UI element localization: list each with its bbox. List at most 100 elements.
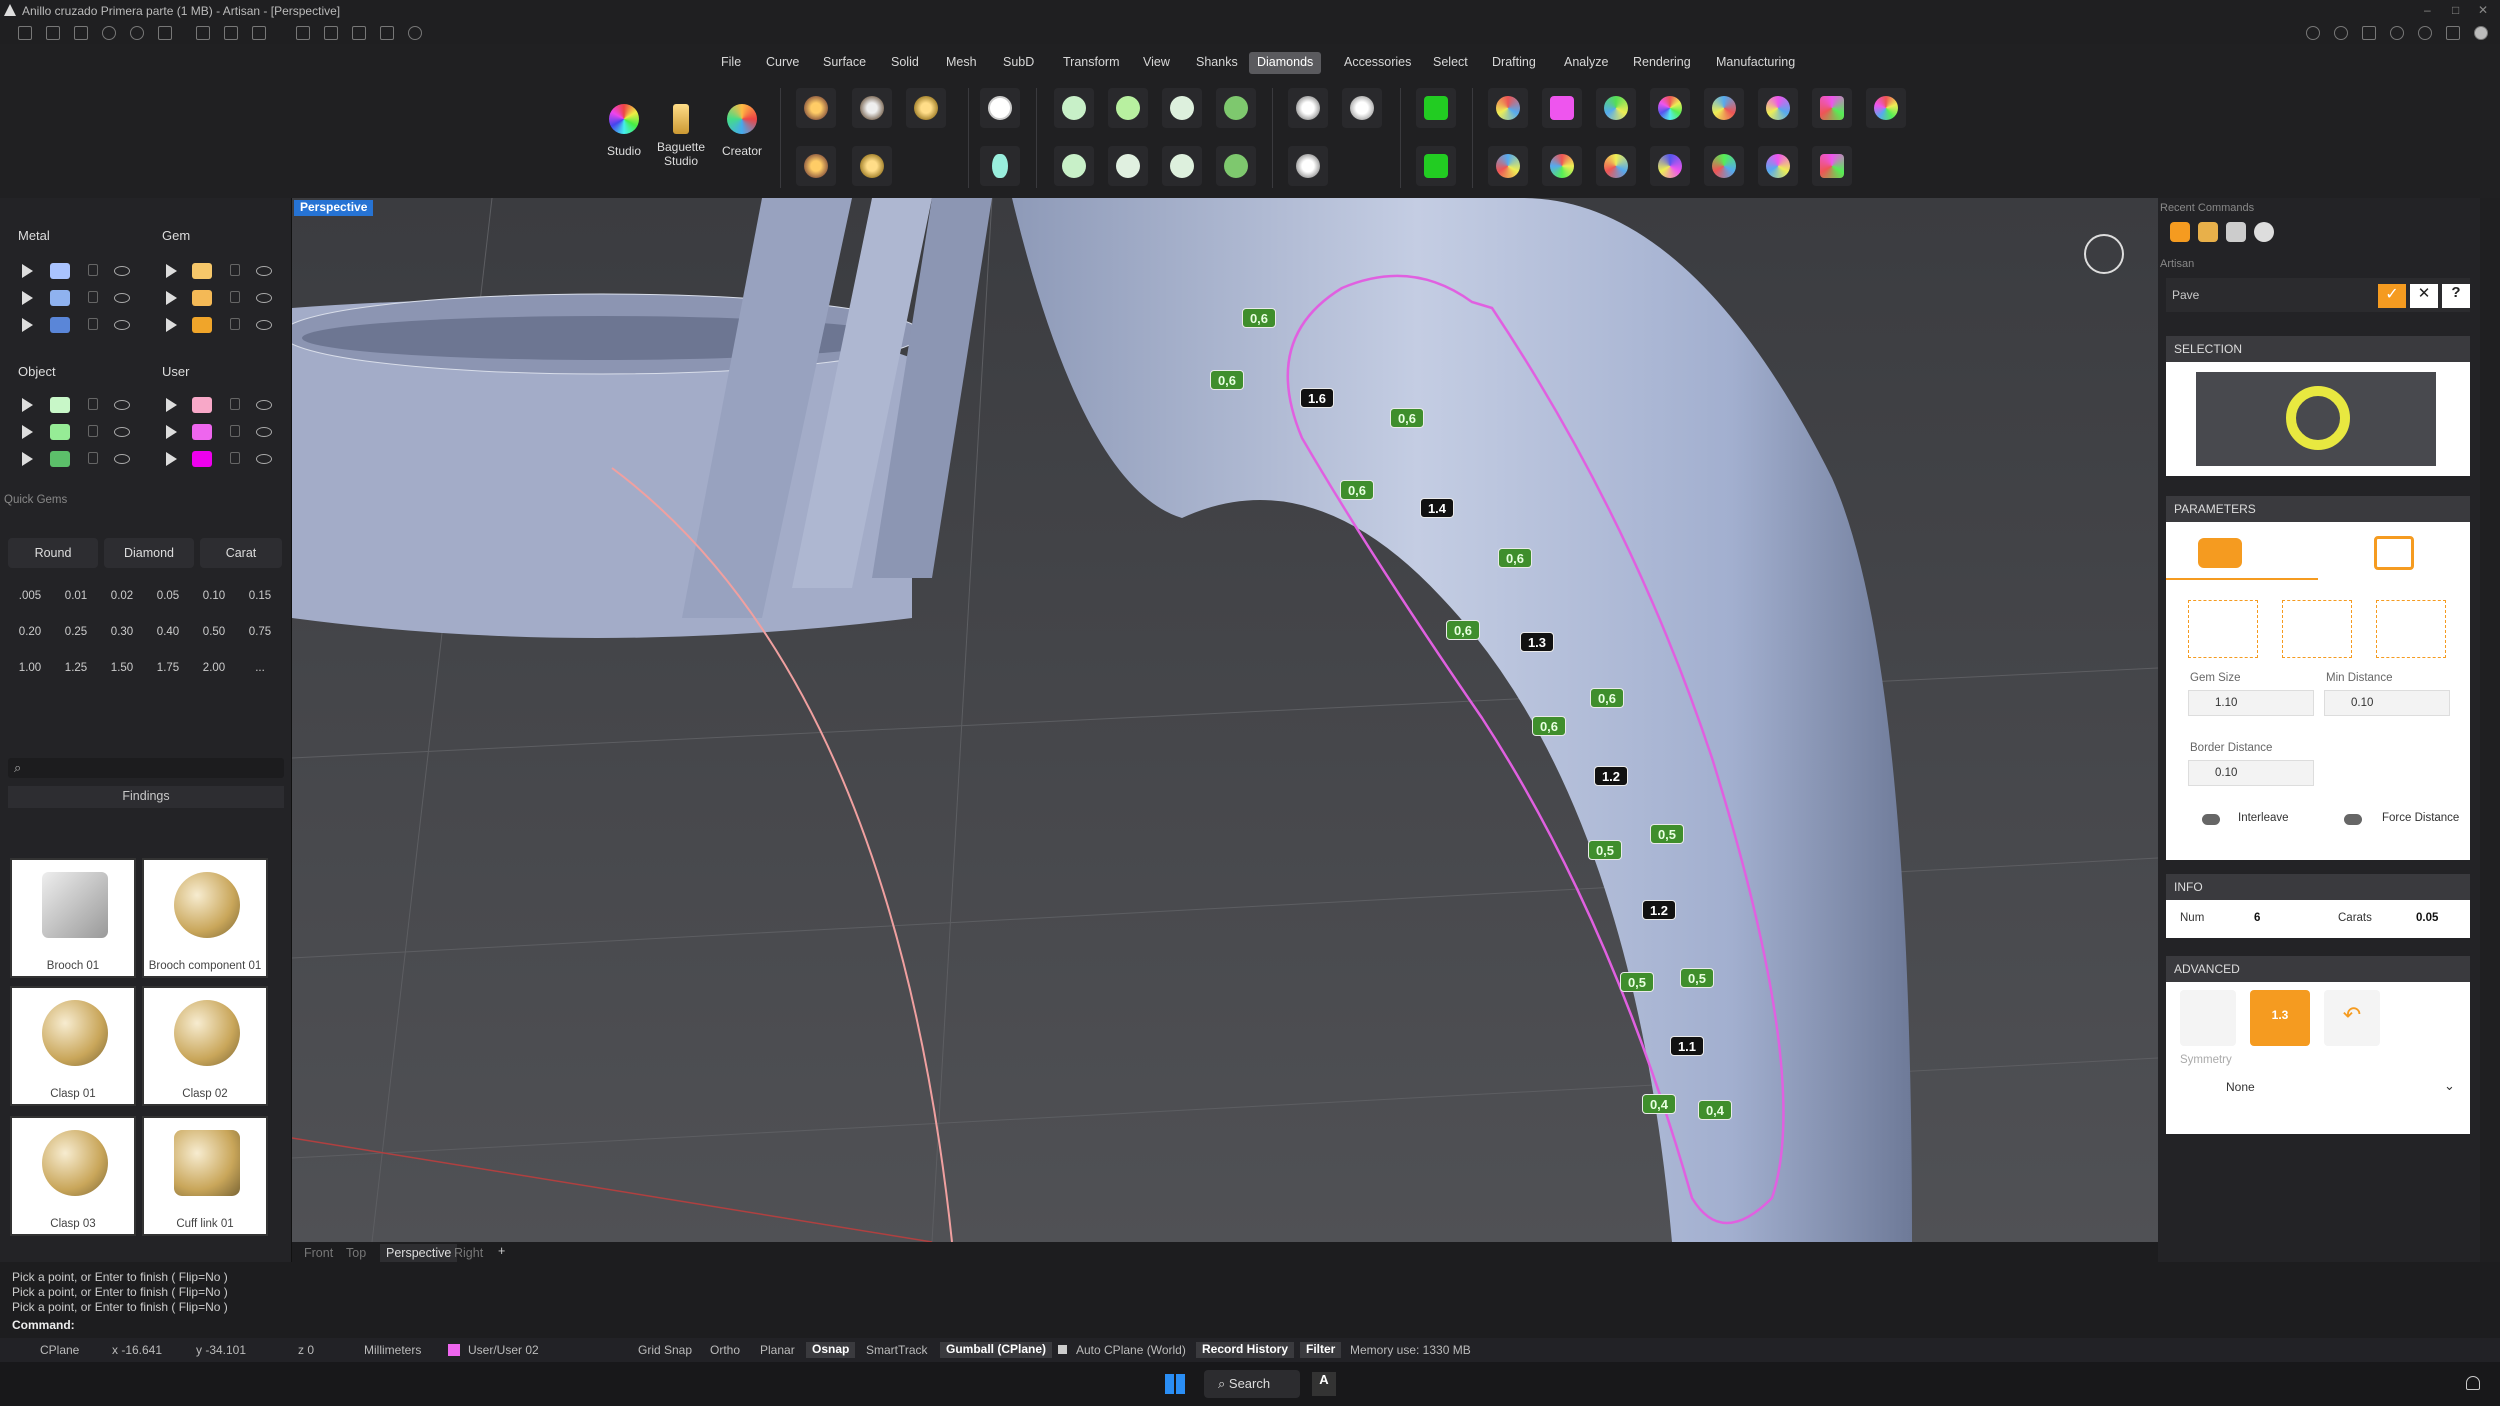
new-template-icon[interactable] <box>46 26 60 40</box>
confirm-button[interactable]: ✓ <box>2378 284 2406 308</box>
analyze-gem-tool-11[interactable] <box>1596 146 1636 186</box>
gem-size-option[interactable]: 0.05 <box>148 582 188 610</box>
gem-size-input[interactable]: 1.10 <box>2188 690 2314 716</box>
analyze-gem-tool-1[interactable] <box>1488 88 1528 128</box>
cutter-tool[interactable] <box>1162 88 1202 128</box>
play-icon[interactable] <box>22 425 33 439</box>
analyze-gem-tool-6[interactable] <box>1758 88 1798 128</box>
carat-dropdown[interactable]: Carat <box>200 538 282 568</box>
gem-size-option[interactable]: 0.30 <box>102 618 142 646</box>
force-distance-toggle[interactable] <box>2344 814 2362 825</box>
prong-tool[interactable] <box>1054 88 1094 128</box>
filter-toggle[interactable]: Filter <box>1300 1342 1342 1358</box>
tab-right[interactable]: Right <box>454 1246 483 1260</box>
planar-toggle[interactable]: Planar <box>760 1343 795 1357</box>
menu-surface[interactable]: Surface <box>815 52 874 74</box>
transform-icon[interactable] <box>352 26 366 40</box>
object-color-swatch[interactable] <box>50 424 70 440</box>
advanced-option-1[interactable] <box>2180 990 2236 1046</box>
analyze-gem-tool-2[interactable] <box>1542 88 1582 128</box>
play-icon[interactable] <box>166 398 177 412</box>
border-distance-input[interactable]: 0.10 <box>2188 760 2314 786</box>
advanced-section-header[interactable]: ADVANCED <box>2166 956 2470 982</box>
cplane-status[interactable]: CPlane <box>40 1343 79 1357</box>
help-icon[interactable] <box>2306 26 2320 40</box>
play-icon[interactable] <box>22 291 33 305</box>
layer-group-object[interactable]: Object <box>18 364 56 386</box>
recent-command-icon[interactable] <box>2254 222 2274 242</box>
gem-size-option[interactable]: 1.25 <box>56 654 96 682</box>
metal-color-swatch[interactable] <box>50 263 70 279</box>
menu-drafting[interactable]: Drafting <box>1484 52 1544 74</box>
menu-accessories[interactable]: Accessories <box>1336 52 1419 74</box>
analyze-gem-tool-9[interactable] <box>1488 146 1528 186</box>
gem-color-swatch[interactable] <box>192 317 212 333</box>
eye-icon[interactable] <box>256 320 272 330</box>
user-color-swatch[interactable] <box>192 424 212 440</box>
snap-icon[interactable] <box>296 26 310 40</box>
account-icon[interactable] <box>2418 26 2432 40</box>
tab-front[interactable]: Front <box>304 1246 333 1260</box>
gem-size-option[interactable]: 0.40 <box>148 618 188 646</box>
gems-on-surface-tool[interactable] <box>852 88 892 128</box>
tab-top[interactable]: Top <box>346 1246 366 1260</box>
save-icon[interactable] <box>196 26 210 40</box>
gem-size-option[interactable]: 1.00 <box>10 654 50 682</box>
menu-rendering[interactable]: Rendering <box>1625 52 1699 74</box>
interleave-toggle[interactable] <box>2202 814 2220 825</box>
units-status[interactable]: Millimeters <box>364 1343 421 1357</box>
analyze-gem-tool-5[interactable] <box>1704 88 1744 128</box>
analyze-gem-tool-8[interactable] <box>1866 88 1906 128</box>
menu-manufacturing[interactable]: Manufacturing <box>1708 52 1803 74</box>
auto-cplane-checkbox[interactable] <box>1058 1345 1067 1354</box>
gem-size-option[interactable]: 0.02 <box>102 582 142 610</box>
library-item-clasp-01[interactable]: Clasp 01 <box>10 986 136 1106</box>
menu-solid[interactable]: Solid <box>883 52 927 74</box>
layer-group-gem[interactable]: Gem <box>162 228 190 250</box>
gem-color-swatch[interactable] <box>192 263 212 279</box>
artisan-taskbar-icon[interactable]: A <box>1312 1372 1336 1396</box>
gem-size-option[interactable]: 0.25 <box>56 618 96 646</box>
record-history-toggle[interactable]: Record History <box>1196 1342 1295 1358</box>
tab-perspective[interactable]: Perspective <box>380 1244 458 1262</box>
undo-icon[interactable] <box>102 26 116 40</box>
gem-drop-tool[interactable] <box>1416 88 1456 128</box>
viewport-perspective[interactable]: Perspective 0,6 0,6 0,6 0,6 0,6 0,6 0,6 0,6 0,5 0… <box>292 198 2158 1242</box>
menu-shanks[interactable]: Shanks <box>1188 52 1246 74</box>
play-icon[interactable] <box>166 425 177 439</box>
analyze-gem-tool-15[interactable] <box>1812 146 1852 186</box>
lock-icon[interactable] <box>88 398 98 410</box>
undo-option-icon[interactable]: ↶ <box>2324 990 2380 1046</box>
close-window-button[interactable]: ✕ <box>2478 3 2488 17</box>
select-icon[interactable] <box>324 26 338 40</box>
cluster-tool[interactable] <box>1216 88 1256 128</box>
layer-group-metal[interactable]: Metal <box>18 228 50 250</box>
analyze-gem-tool-7[interactable] <box>1812 88 1852 128</box>
recent-command-icon[interactable] <box>2198 222 2218 242</box>
seat-tool[interactable] <box>1108 146 1148 186</box>
osnap-toggle[interactable]: Osnap <box>806 1342 856 1358</box>
lock-icon[interactable] <box>230 318 240 330</box>
play-icon[interactable] <box>22 264 33 278</box>
gem-array-tool[interactable] <box>906 88 946 128</box>
selection-preview[interactable] <box>2166 362 2470 476</box>
pave-surface-tool[interactable] <box>1288 146 1328 186</box>
gem-size-option[interactable]: ... <box>240 654 280 682</box>
gems-on-curve-tool[interactable] <box>796 88 836 128</box>
analyze-gem-tool-13[interactable] <box>1704 146 1744 186</box>
gumball-toggle[interactable]: Gumball (CPlane) <box>940 1342 1053 1358</box>
library-search-input[interactable]: ⌕ <box>8 758 284 778</box>
analyze-gem-tool-14[interactable] <box>1758 146 1798 186</box>
recent-command-icon[interactable] <box>2170 222 2190 242</box>
menu-view[interactable]: View <box>1135 52 1178 74</box>
analyze-gem-tool-4[interactable] <box>1650 88 1690 128</box>
tension-tool[interactable] <box>1162 146 1202 186</box>
menu-select[interactable]: Select <box>1425 52 1476 74</box>
baguette-studio-button[interactable]: Baguette Studio <box>655 84 707 192</box>
round-shape-button[interactable]: Round <box>8 538 98 568</box>
lock-icon[interactable] <box>88 291 98 303</box>
play-icon[interactable] <box>166 318 177 332</box>
ring-navigator-icon[interactable] <box>2084 234 2124 274</box>
play-icon[interactable] <box>166 452 177 466</box>
creator-button[interactable]: Creator <box>716 84 768 192</box>
